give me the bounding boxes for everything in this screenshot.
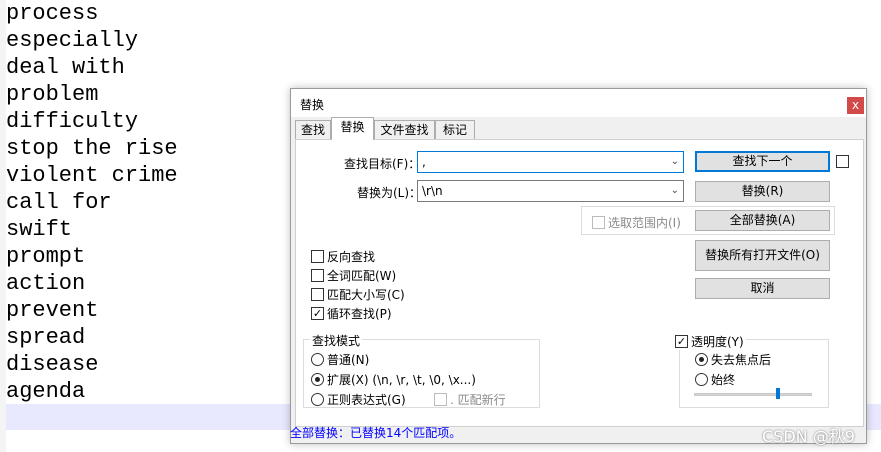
dialog-titlebar[interactable]: 替换 x [291,89,866,117]
wrap-around-label: 循环查找(P) [327,307,392,321]
cancel-button[interactable]: 取消 [695,278,830,299]
editor-line: call for [6,190,112,215]
checkmark-icon: ✓ [675,335,688,348]
match-newline-label: . 匹配新行 [450,393,506,407]
extra-checkbox[interactable] [836,155,849,168]
always-radio[interactable]: 始终 [695,371,735,388]
checkbox-icon [592,216,605,229]
editor-line: spread [6,325,86,350]
editor-line: prevent [6,298,99,323]
mode-regex-radio[interactable]: 正则表达式(G) [311,391,406,408]
find-what-value: , [422,155,426,169]
transparency-label: 透明度(Y) [691,335,744,349]
in-selection-label: 选取范围内(I) [608,216,681,230]
radio-selected-icon [311,373,324,386]
editor-line: especially [6,28,139,53]
replace-all-open-files-button[interactable]: 替换所有打开文件(O) [695,240,830,271]
editor-line: stop the rise [6,136,178,161]
transparency-checkbox[interactable]: ✓ 透明度(Y) [675,333,746,350]
backward-search-checkbox[interactable]: 反向查找 [311,248,375,265]
always-label: 始终 [711,373,736,387]
find-what-input[interactable]: , ⌄ [417,151,684,173]
radio-icon [311,393,324,406]
find-next-button[interactable]: 查找下一个 [695,151,830,172]
mode-normal-label: 普通(N) [327,353,370,367]
radio-selected-icon [695,353,708,366]
editor-line: violent crime [6,163,178,188]
tab-find[interactable]: 查找 [295,120,331,140]
checkbox-icon [311,269,324,282]
editor-line: process [6,1,99,26]
find-what-label: 查找目标(F)： [344,157,421,171]
editor-line: agenda [6,379,86,404]
checkbox-icon [311,250,324,263]
checkbox-icon [311,288,324,301]
whole-word-checkbox[interactable]: 全词匹配(W) [311,267,396,284]
backward-search-label: 反向查找 [327,250,376,264]
chevron-down-icon[interactable]: ⌄ [671,181,679,201]
dialog-title: 替换 [300,98,325,112]
tab-find-in-files[interactable]: 文件查找 [374,120,435,140]
tab-replace[interactable]: 替换 [331,117,374,140]
mode-extended-label: 扩展(X) (\n, \r, \t, \0, \x...) [327,373,476,387]
editor-line: deal with [6,55,125,80]
radio-icon [695,373,708,386]
status-message: 全部替换：已替换14个匹配项。 [290,426,462,440]
on-lose-focus-radio[interactable]: 失去焦点后 [695,351,771,368]
replace-all-button[interactable]: 全部替换(A) [695,210,830,231]
transparency-slider[interactable] [694,393,812,396]
editor-lines: process especially deal with problem dif… [6,0,178,405]
editor-line: action [6,271,86,296]
mode-extended-radio[interactable]: 扩展(X) (\n, \r, \t, \0, \x...) [311,371,476,388]
search-mode-title: 查找模式 [310,332,363,349]
whole-word-label: 全词匹配(W) [327,269,397,283]
replace-with-input[interactable]: \r\n ⌄ [417,180,684,202]
close-button[interactable]: x [847,97,864,114]
replace-with-label: 替换为(L)： [357,186,422,200]
replace-button[interactable]: 替换(R) [695,181,830,202]
editor-line: prompt [6,244,86,269]
replace-dialog: 替换 x 查找 替换 文件查找 标记 查找目标(F)： , ⌄ 替换为(L)： … [290,88,867,444]
mode-normal-radio[interactable]: 普通(N) [311,351,369,368]
editor-line: disease [6,352,99,377]
in-selection-checkbox[interactable]: 选取范围内(I) [592,214,681,231]
watermark: CSDN @秋9 [762,427,855,446]
checkmark-icon: ✓ [311,307,324,320]
editor-line: difficulty [6,109,139,134]
close-icon: x [851,98,860,112]
editor-line: swift [6,217,73,242]
match-case-label: 匹配大小写(C) [327,288,405,302]
match-case-checkbox[interactable]: 匹配大小写(C) [311,286,405,303]
chevron-down-icon[interactable]: ⌄ [671,152,679,172]
wrap-around-checkbox[interactable]: ✓ 循环查找(P) [311,305,392,322]
on-lose-focus-label: 失去焦点后 [711,353,772,367]
match-newline-checkbox[interactable]: . 匹配新行 [434,391,506,408]
mode-regex-label: 正则表达式(G) [327,393,406,407]
tab-mark[interactable]: 标记 [435,120,475,140]
transparency-slider-thumb[interactable] [776,388,780,399]
replace-with-value: \r\n [422,184,443,198]
editor-line: problem [6,82,99,107]
checkbox-icon [434,393,447,406]
radio-icon [311,353,324,366]
